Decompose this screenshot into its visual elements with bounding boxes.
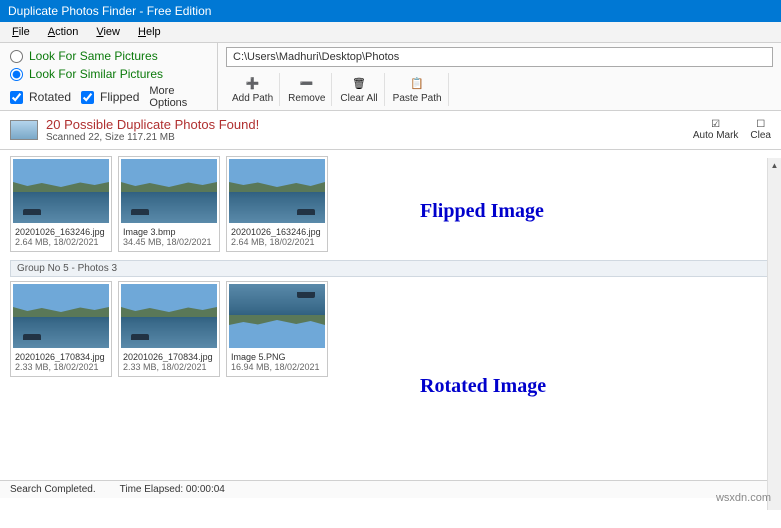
search-options-panel: Look For Same Pictures Look For Similar … (0, 43, 218, 110)
thumb-image (229, 284, 325, 348)
summary-bar: 20 Possible Duplicate Photos Found! Scan… (0, 111, 781, 150)
thumb-card[interactable]: 20201026_170834.jpg2.33 MB, 18/02/2021 (118, 281, 220, 377)
thumb-card[interactable]: 20201026_163246.jpg2.64 MB, 18/02/2021 (226, 156, 328, 252)
thumb-image (13, 284, 109, 348)
auto-mark-button[interactable]: ☑ Auto Mark (693, 119, 739, 141)
window-title: Duplicate Photos Finder - Free Edition (0, 0, 781, 22)
check-icon: ☑ (711, 119, 720, 130)
menu-action[interactable]: Action (40, 24, 87, 40)
path-panel: ➕ Add Path ➖ Remove 🗑 Clear All 📋 Paste … (218, 43, 781, 110)
thumb-image (13, 159, 109, 223)
path-input[interactable] (226, 47, 773, 67)
thumb-card[interactable]: 20201026_163246.jpg2.64 MB, 18/02/2021 (10, 156, 112, 252)
minus-icon: ➖ (299, 75, 315, 91)
summary-headline: 20 Possible Duplicate Photos Found! (46, 117, 259, 132)
ribbon: Look For Same Pictures Look For Similar … (0, 43, 781, 111)
checkbox-flipped[interactable]: Flipped (81, 90, 139, 104)
paste-icon: 📋 (409, 75, 425, 91)
annotation-flipped: Flipped Image (420, 200, 544, 223)
thumb-card[interactable]: Image 3.bmp34.45 MB, 18/02/2021 (118, 156, 220, 252)
clear-icon: ☐ (756, 119, 765, 130)
add-path-button[interactable]: ➕ Add Path (226, 73, 280, 106)
group-header: Group No 5 - Photos 3 (10, 260, 771, 277)
thumb-image (121, 159, 217, 223)
menubar: File Action View Help (0, 22, 781, 43)
status-elapsed: Time Elapsed: 00:00:04 (120, 484, 225, 495)
status-bar: Search Completed. Time Elapsed: 00:00:04 (0, 480, 781, 498)
group-1-row: 20201026_163246.jpg2.64 MB, 18/02/2021 I… (10, 156, 771, 252)
checkbox-rotated[interactable]: Rotated (10, 90, 71, 104)
plus-icon: ➕ (245, 75, 261, 91)
summary-icon (10, 120, 38, 140)
summary-sub: Scanned 22, Size 117.21 MB (46, 132, 259, 143)
path-toolbar: ➕ Add Path ➖ Remove 🗑 Clear All 📋 Paste … (226, 73, 773, 106)
thumb-image (229, 159, 325, 223)
paste-path-button[interactable]: 📋 Paste Path (387, 73, 449, 106)
more-options-link[interactable]: More Options (149, 85, 207, 109)
scroll-up-icon[interactable]: ▲ (768, 158, 781, 172)
thumb-card[interactable]: Image 5.PNG16.94 MB, 18/02/2021 (226, 281, 328, 377)
remove-button[interactable]: ➖ Remove (282, 73, 332, 106)
menu-file[interactable]: File (4, 24, 38, 40)
thumb-image (121, 284, 217, 348)
menu-view[interactable]: View (88, 24, 128, 40)
results-area: 20201026_163246.jpg2.64 MB, 18/02/2021 I… (0, 150, 781, 480)
vertical-scrollbar[interactable]: ▲ (767, 158, 781, 510)
group-2-row: 20201026_170834.jpg2.33 MB, 18/02/2021 2… (10, 281, 771, 377)
clear-all-button[interactable]: 🗑 Clear All (334, 73, 384, 106)
radio-similar-pictures[interactable]: Look For Similar Pictures (10, 67, 207, 81)
menu-help[interactable]: Help (130, 24, 169, 40)
clear-marks-button[interactable]: ☐ Clea (750, 119, 771, 141)
thumb-card[interactable]: 20201026_170834.jpg2.33 MB, 18/02/2021 (10, 281, 112, 377)
status-completed: Search Completed. (10, 484, 96, 495)
radio-same-pictures[interactable]: Look For Same Pictures (10, 49, 207, 63)
trash-icon: 🗑 (351, 75, 367, 91)
watermark: wsxdn.com (716, 492, 771, 504)
annotation-rotated: Rotated Image (420, 375, 546, 398)
